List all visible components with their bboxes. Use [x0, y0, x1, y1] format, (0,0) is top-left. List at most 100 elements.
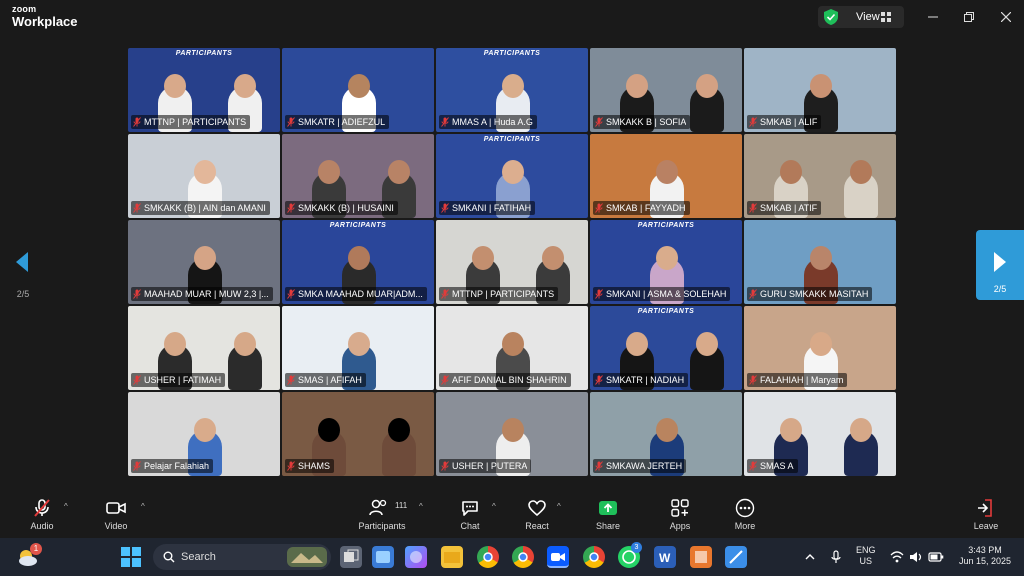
react-button[interactable]: React — [522, 498, 552, 531]
chrome-icon — [589, 552, 599, 562]
language-indicator[interactable]: ENG US — [856, 545, 876, 567]
participant-tile[interactable]: USHER | PUTERA — [436, 392, 588, 476]
page-indicator-left: 2/5 — [16, 289, 30, 299]
close-button[interactable] — [993, 6, 1019, 28]
taskbar-search-box[interactable]: Search — [153, 544, 331, 570]
participant-tile[interactable]: GURU SMKAKK MASITAH — [744, 220, 896, 304]
wifi-icon[interactable] — [890, 551, 904, 563]
zoom-app[interactable] — [547, 546, 569, 568]
participant-name: AFIF DANIAL BIN SHAHRIN — [452, 375, 567, 385]
minimize-button[interactable] — [920, 6, 946, 28]
participant-tile[interactable]: PARTICIPANTS SMKANI | ASMA & SOLEHAH — [590, 220, 742, 304]
participant-tile[interactable]: SHAMS — [282, 392, 434, 476]
participant-tile[interactable]: PARTICIPANTS MTTNP | PARTICIPANTS — [128, 48, 280, 132]
participant-tile[interactable]: SMKATR | ADIEFZUL — [282, 48, 434, 132]
file-explorer-app[interactable] — [441, 546, 463, 568]
background-banner: PARTICIPANTS — [175, 50, 233, 57]
chat-button[interactable]: Chat — [456, 498, 484, 531]
participant-name-label: MMAS A | Huda A.G — [439, 115, 537, 129]
video-label: Video — [104, 521, 128, 531]
participant-face — [164, 74, 186, 98]
participant-face — [656, 160, 678, 184]
mic-muted-icon — [441, 117, 449, 127]
participants-options-caret[interactable]: ^ — [419, 502, 423, 511]
snipping-app[interactable] — [725, 546, 747, 568]
participant-tile[interactable]: MTTNP | PARTICIPANTS — [436, 220, 588, 304]
leave-button[interactable]: Leave — [970, 498, 1002, 531]
participant-name: SMKAB | FAYYADH — [606, 203, 686, 213]
participant-tile[interactable]: PARTICIPANTS SMKA MAAHAD MUAR|ADM... — [282, 220, 434, 304]
view-button[interactable]: View — [818, 6, 904, 28]
share-button[interactable]: Share — [594, 498, 622, 531]
next-page-button[interactable]: 2/5 — [976, 230, 1024, 300]
participant-tile[interactable]: SMKAKK (B) | AIN dan AMANI — [128, 134, 280, 218]
snipping-icon — [729, 550, 743, 564]
apps-button[interactable]: Apps — [666, 498, 694, 531]
participant-face — [164, 332, 186, 356]
participant-tile[interactable]: SMKAKK B | SOFIA — [590, 48, 742, 132]
participant-name-label: SMKANI | ASMA & SOLEHAH — [593, 287, 731, 301]
participant-name: USHER | FATIMAH — [144, 375, 222, 385]
participant-face — [696, 332, 718, 356]
participant-tile[interactable]: SMKAKK (B) | HUSAINI — [282, 134, 434, 218]
previous-page-button[interactable]: 2/5 — [10, 250, 36, 299]
battery-icon[interactable] — [928, 551, 944, 563]
participant-name: SMKANI | FATIHAH — [452, 203, 532, 213]
widgets-icon — [376, 551, 390, 563]
participant-tile[interactable]: SMAS A — [744, 392, 896, 476]
participant-tile[interactable]: FALAHIAH | Maryam — [744, 306, 896, 390]
react-options-caret[interactable]: ^ — [557, 502, 561, 511]
mic-muted-icon — [749, 461, 757, 471]
audio-options-caret[interactable]: ^ — [64, 502, 68, 511]
participant-name-label: SMKAB | ATIF — [747, 201, 822, 215]
restore-button[interactable] — [956, 6, 982, 28]
mic-muted-icon — [287, 117, 295, 127]
mic-muted-icon — [595, 117, 603, 127]
participant-face — [348, 246, 370, 270]
microphone-tray-icon[interactable] — [830, 550, 842, 564]
chat-options-caret[interactable]: ^ — [492, 502, 496, 511]
participant-face — [810, 74, 832, 98]
chrome-app[interactable] — [477, 546, 499, 568]
participant-name: SMKATR | NADIAH — [606, 375, 685, 385]
video-options-caret[interactable]: ^ — [141, 502, 145, 511]
chrome-profile-app[interactable] — [512, 546, 534, 568]
word-app[interactable]: W — [654, 546, 676, 568]
participant-face — [234, 74, 256, 98]
participant-tile[interactable]: SMKAB | ATIF — [744, 134, 896, 218]
windows-taskbar: 1 Search 3 W ENG US 3:43 PM Jun 15, 2025 — [0, 538, 1024, 576]
participant-tile[interactable]: PARTICIPANTS SMKANI | FATIHAH — [436, 134, 588, 218]
participant-tile[interactable]: PARTICIPANTS SMKATR | NADIAH — [590, 306, 742, 390]
participant-name-label: SMKAKK (B) | HUSAINI — [285, 201, 398, 215]
copilot-app[interactable] — [405, 546, 427, 568]
participant-name-label: AFIF DANIAL BIN SHAHRIN — [439, 373, 571, 387]
participant-tile[interactable]: SMKAB | ALIF — [744, 48, 896, 132]
page-indicator-right: 2/5 — [993, 284, 1007, 294]
participant-face — [194, 418, 216, 442]
clock[interactable]: 3:43 PM Jun 15, 2025 — [955, 545, 1015, 567]
reader-app[interactable] — [690, 546, 712, 568]
participant-tile[interactable]: USHER | FATIMAH — [128, 306, 280, 390]
participant-tile[interactable]: AFIF DANIAL BIN SHAHRIN — [436, 306, 588, 390]
mic-muted-icon — [595, 203, 603, 213]
start-button[interactable] — [121, 547, 141, 572]
chevron-up-icon[interactable] — [805, 552, 815, 562]
participant-tile[interactable]: Pelajar Falahiah — [128, 392, 280, 476]
participant-name-label: SMKAB | ALIF — [747, 115, 822, 129]
volume-icon[interactable] — [909, 551, 923, 563]
participant-tile[interactable]: PARTICIPANTS MMAS A | Huda A.G — [436, 48, 588, 132]
video-button[interactable]: Video — [100, 498, 132, 531]
participant-tile[interactable]: SMKAB | FAYYADH — [590, 134, 742, 218]
participant-tile[interactable]: SMKAWA JERTEH — [590, 392, 742, 476]
audio-button[interactable]: Audio — [26, 498, 58, 531]
participant-name-label: FALAHIAH | Maryam — [747, 373, 848, 387]
chrome-alt-app[interactable] — [583, 546, 605, 568]
more-button[interactable]: More — [731, 498, 759, 531]
whatsapp-app[interactable]: 3 — [618, 542, 642, 568]
participant-tile[interactable]: MAAHAD MUAR | MUW 2,3 |... — [128, 220, 280, 304]
participant-tile[interactable]: SMAS | AFIFAH — [282, 306, 434, 390]
participant-name: SMKATR | ADIEFZUL — [298, 117, 386, 127]
task-view-button[interactable] — [340, 546, 362, 568]
widgets-app[interactable] — [372, 546, 394, 568]
weather-widget[interactable]: 1 — [16, 543, 42, 569]
